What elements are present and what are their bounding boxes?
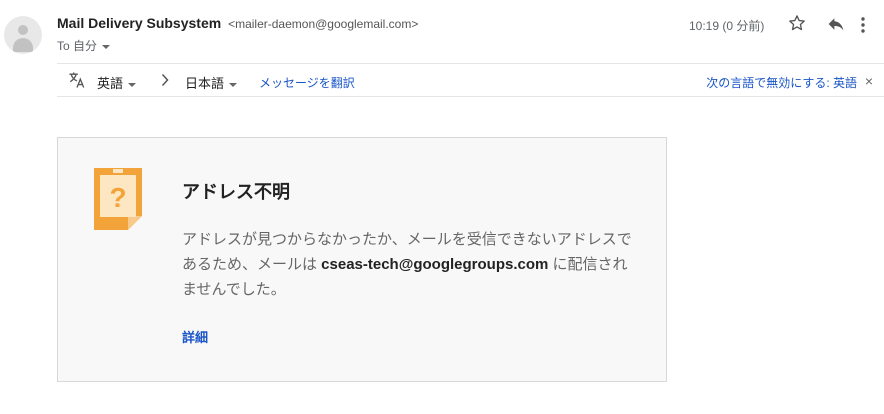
more-vert-icon[interactable] — [860, 16, 866, 34]
card-message: アドレスが見つからなかったか、メールを受信できないアドレスであるため、メールは … — [182, 227, 642, 302]
caret-down-icon — [128, 82, 137, 87]
source-language-label: 英語 — [97, 76, 124, 91]
avatar-body — [13, 38, 33, 52]
translate-message-link[interactable]: メッセージを翻訳 — [259, 74, 355, 91]
disable-translation-link[interactable]: 次の言語で無効にする: 英語 — [706, 74, 857, 91]
sender-line: Mail Delivery Subsystem <mailer-daemon@g… — [57, 15, 418, 31]
close-icon[interactable]: × — [865, 73, 873, 89]
email-view: Mail Delivery Subsystem <mailer-daemon@g… — [0, 0, 884, 414]
recipient-dropdown[interactable]: To 自分 — [57, 37, 111, 54]
caret-down-icon — [229, 82, 238, 87]
sender-email: <mailer-daemon@googlemail.com> — [228, 17, 419, 31]
avatar-head — [18, 25, 28, 35]
source-language-select[interactable]: 英語 — [97, 73, 137, 92]
sender-avatar-icon[interactable] — [4, 16, 42, 54]
timestamp: 10:19 (0 分前) — [689, 19, 765, 33]
question-note-icon: ? — [94, 168, 142, 230]
details-link[interactable]: 詳細 — [182, 327, 208, 346]
translation-bar: 英語 日本語 メッセージを翻訳 次の言語で無効にする: 英語 × — [57, 63, 884, 97]
svg-text:?: ? — [109, 182, 126, 213]
target-language-select[interactable]: 日本語 — [185, 73, 238, 92]
chevron-right-icon — [161, 73, 169, 87]
bounce-card: ? アドレス不明 アドレスが見つからなかったか、メールを受信できないアドレスであ… — [57, 137, 667, 382]
caret-down-icon — [102, 44, 111, 49]
reply-icon[interactable] — [826, 15, 846, 33]
star-icon[interactable] — [787, 13, 807, 33]
sender-name[interactable]: Mail Delivery Subsystem — [57, 15, 221, 31]
translate-icon — [69, 72, 85, 88]
recipient-email: cseas-tech@googlegroups.com — [321, 256, 549, 273]
recipient-label: To 自分 — [57, 39, 98, 53]
card-title: アドレス不明 — [182, 182, 290, 202]
target-language-label: 日本語 — [185, 76, 225, 91]
